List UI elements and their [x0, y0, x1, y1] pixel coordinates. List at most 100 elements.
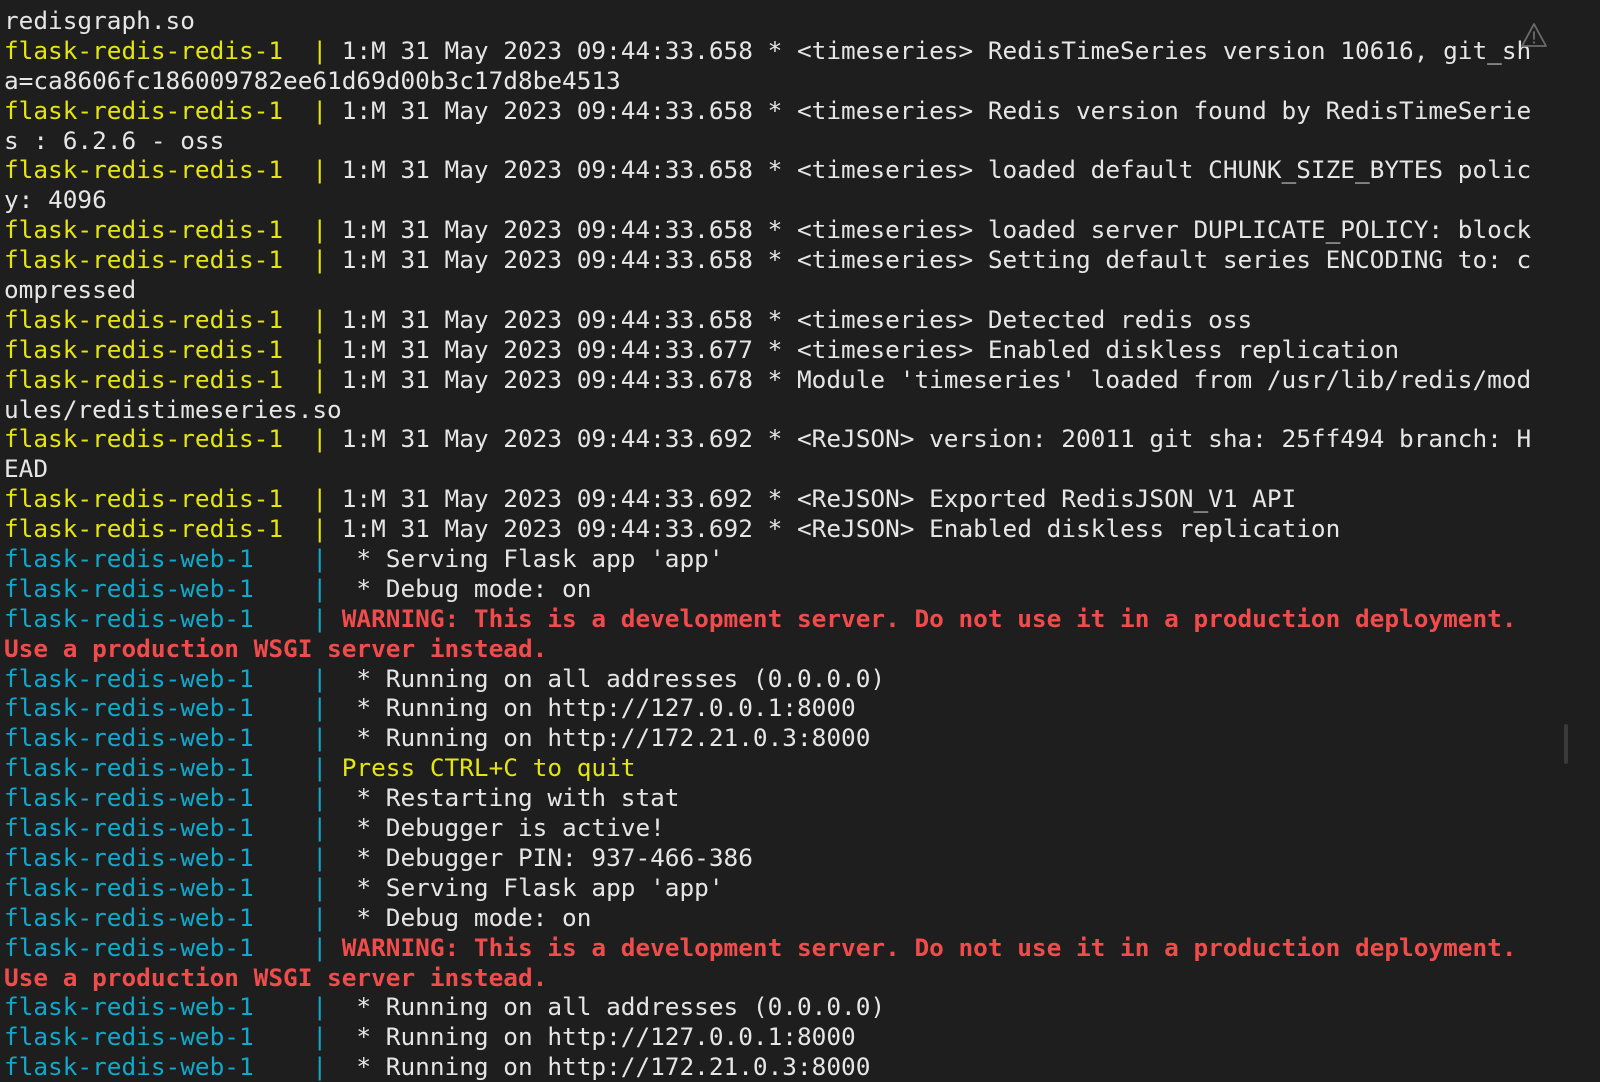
container-prefix-web: flask-redis-web-1 | [4, 1052, 342, 1082]
container-prefix-web: flask-redis-web-1 | [4, 693, 342, 723]
log-text: 1:M 31 May 2023 09:44:33.692 * <ReJSON> … [341, 424, 1532, 454]
terminal-line: EAD [4, 454, 1564, 484]
container-prefix-redis: flask-redis-redis-1 | [4, 155, 342, 185]
terminal-line: a=ca8606fc186009782ee61d69d00b3c17d8be45… [4, 66, 1564, 96]
log-text: ompressed [4, 275, 137, 305]
terminal-line: flask-redis-web-1 | * Running on http://… [4, 723, 1564, 753]
terminal-line: flask-redis-web-1 | * Debugger is active… [4, 813, 1564, 843]
log-text: * Serving Flask app 'app' [341, 872, 724, 902]
log-text: 1:M 31 May 2023 09:44:33.658 * <timeseri… [341, 215, 1532, 245]
terminal-line: flask-redis-web-1 | Press CTRL+C to quit [4, 753, 1564, 783]
log-text: * Debug mode: on [341, 902, 592, 932]
terminal-line: flask-redis-redis-1 | 1:M 31 May 2023 09… [4, 155, 1564, 185]
log-text: redisgraph.so [4, 6, 195, 35]
container-prefix-redis: flask-redis-redis-1 | [4, 514, 342, 544]
log-text: 1:M 31 May 2023 09:44:33.658 * <timeseri… [341, 245, 1532, 275]
log-text: * Serving Flask app 'app' [341, 544, 724, 574]
terminal-line: flask-redis-web-1 | * Running on http://… [4, 1052, 1564, 1082]
log-text: y: 4096 [4, 185, 107, 215]
container-prefix-web: flask-redis-web-1 | [4, 992, 342, 1022]
log-text: * Running on all addresses (0.0.0.0) [341, 663, 886, 693]
quit-hint: Press CTRL+C to quit [341, 753, 636, 783]
terminal-window[interactable]: redisgraph.so flask-redis-redis-1 | 1:M 3… [0, 0, 1600, 1082]
terminal-line: flask-redis-web-1 | * Running on http://… [4, 693, 1564, 723]
terminal-line: flask-redis-web-1 | WARNING: This is a d… [4, 604, 1564, 634]
container-prefix-redis: flask-redis-redis-1 | [4, 304, 342, 334]
terminal-line: flask-redis-redis-1 | 1:M 31 May 2023 09… [4, 514, 1564, 544]
terminal-line: Use a production WSGI server instead. [4, 963, 1564, 993]
terminal-line: flask-redis-web-1 | * Debugger PIN: 937-… [4, 843, 1564, 873]
log-text: ules/redistimeseries.so [4, 394, 342, 424]
log-text: * Running on http://127.0.0.1:8000 [341, 693, 856, 723]
terminal-line: flask-redis-web-1 | * Restarting with st… [4, 783, 1564, 813]
log-text: * Restarting with stat [341, 783, 680, 813]
warning-message: WARNING: This is a development server. D… [341, 932, 1517, 962]
scrollbar-thumb[interactable] [1564, 724, 1568, 764]
terminal-line: flask-redis-redis-1 | 1:M 31 May 2023 09… [4, 36, 1564, 66]
terminal-line: flask-redis-redis-1 | 1:M 31 May 2023 09… [4, 245, 1564, 275]
container-prefix-web: flask-redis-web-1 | [4, 872, 342, 902]
container-prefix-web: flask-redis-web-1 | [4, 783, 342, 813]
terminal-line: flask-redis-redis-1 | 1:M 31 May 2023 09… [4, 335, 1564, 365]
container-prefix-redis: flask-redis-redis-1 | [4, 484, 342, 514]
container-prefix-redis: flask-redis-redis-1 | [4, 245, 342, 275]
warning-message: Use a production WSGI server instead. [4, 962, 548, 992]
terminal-line: flask-redis-web-1 | * Debug mode: on [4, 574, 1564, 604]
log-text: * Debug mode: on [341, 573, 592, 603]
log-text: * Running on http://127.0.0.1:8000 [341, 1022, 856, 1052]
log-text: 1:M 31 May 2023 09:44:33.658 * <timeseri… [341, 304, 1253, 334]
warning-icon[interactable] [1520, 22, 1548, 48]
container-prefix-web: flask-redis-web-1 | [4, 603, 342, 633]
log-text: * Debugger is active! [341, 813, 665, 843]
log-text: 1:M 31 May 2023 09:44:33.692 * <ReJSON> … [341, 484, 1297, 514]
terminal-output: redisgraph.so flask-redis-redis-1 | 1:M 3… [4, 6, 1564, 1082]
terminal-line: flask-redis-web-1 | WARNING: This is a d… [4, 933, 1564, 963]
log-text: a=ca8606fc186009782ee61d69d00b3c17d8be45… [4, 65, 621, 95]
terminal-line: flask-redis-web-1 | * Debug mode: on [4, 903, 1564, 933]
warning-message: Use a production WSGI server instead. [4, 633, 548, 663]
log-text: 1:M 31 May 2023 09:44:33.677 * <timeseri… [341, 334, 1400, 364]
container-prefix-redis: flask-redis-redis-1 | [4, 364, 342, 394]
terminal-line: Use a production WSGI server instead. [4, 634, 1564, 664]
terminal-line: flask-redis-redis-1 | 1:M 31 May 2023 09… [4, 305, 1564, 335]
container-prefix-web: flask-redis-web-1 | [4, 573, 342, 603]
log-text: EAD [4, 454, 49, 484]
container-prefix-web: flask-redis-web-1 | [4, 663, 342, 693]
log-text: * Running on all addresses (0.0.0.0) [341, 992, 886, 1022]
warning-message: WARNING: This is a development server. D… [341, 603, 1517, 633]
terminal-line: flask-redis-redis-1 | 1:M 31 May 2023 09… [4, 484, 1564, 514]
container-prefix-web: flask-redis-web-1 | [4, 902, 342, 932]
terminal-line: y: 4096 [4, 185, 1564, 215]
log-text: 1:M 31 May 2023 09:44:33.692 * <ReJSON> … [341, 514, 1341, 544]
log-text: 1:M 31 May 2023 09:44:33.658 * <timeseri… [341, 95, 1532, 125]
container-prefix-redis: flask-redis-redis-1 | [4, 424, 342, 454]
terminal-line: flask-redis-web-1 | * Running on all add… [4, 664, 1564, 694]
log-text: * Running on http://172.21.0.3:8000 [341, 1052, 871, 1082]
container-prefix-web: flask-redis-web-1 | [4, 544, 342, 574]
log-text: * Running on http://172.21.0.3:8000 [341, 723, 871, 753]
terminal-line: flask-redis-redis-1 | 1:M 31 May 2023 09… [4, 365, 1564, 395]
container-prefix-redis: flask-redis-redis-1 | [4, 215, 342, 245]
log-text: 1:M 31 May 2023 09:44:33.658 * <timeseri… [341, 35, 1532, 65]
terminal-line: redisgraph.so [4, 6, 1564, 36]
log-text: 1:M 31 May 2023 09:44:33.678 * Module 't… [341, 364, 1532, 394]
log-text: 1:M 31 May 2023 09:44:33.658 * <timeseri… [341, 155, 1532, 185]
terminal-line: flask-redis-redis-1 | 1:M 31 May 2023 09… [4, 424, 1564, 454]
container-prefix-redis: flask-redis-redis-1 | [4, 334, 342, 364]
container-prefix-web: flask-redis-web-1 | [4, 1022, 342, 1052]
log-text: * Debugger PIN: 937-466-386 [341, 842, 753, 872]
terminal-line: s : 6.2.6 - oss [4, 126, 1564, 156]
container-prefix-web: flask-redis-web-1 | [4, 932, 342, 962]
terminal-line: flask-redis-web-1 | * Running on all add… [4, 992, 1564, 1022]
container-prefix-redis: flask-redis-redis-1 | [4, 35, 342, 65]
log-text: s : 6.2.6 - oss [4, 125, 225, 155]
terminal-line: flask-redis-redis-1 | 1:M 31 May 2023 09… [4, 215, 1564, 245]
container-prefix-redis: flask-redis-redis-1 | [4, 95, 342, 125]
terminal-line: flask-redis-web-1 | * Serving Flask app … [4, 544, 1564, 574]
terminal-line: ompressed [4, 275, 1564, 305]
terminal-line: flask-redis-web-1 | * Serving Flask app … [4, 873, 1564, 903]
container-prefix-web: flask-redis-web-1 | [4, 723, 342, 753]
container-prefix-web: flask-redis-web-1 | [4, 813, 342, 843]
container-prefix-web: flask-redis-web-1 | [4, 842, 342, 872]
container-prefix-web: flask-redis-web-1 | [4, 753, 342, 783]
